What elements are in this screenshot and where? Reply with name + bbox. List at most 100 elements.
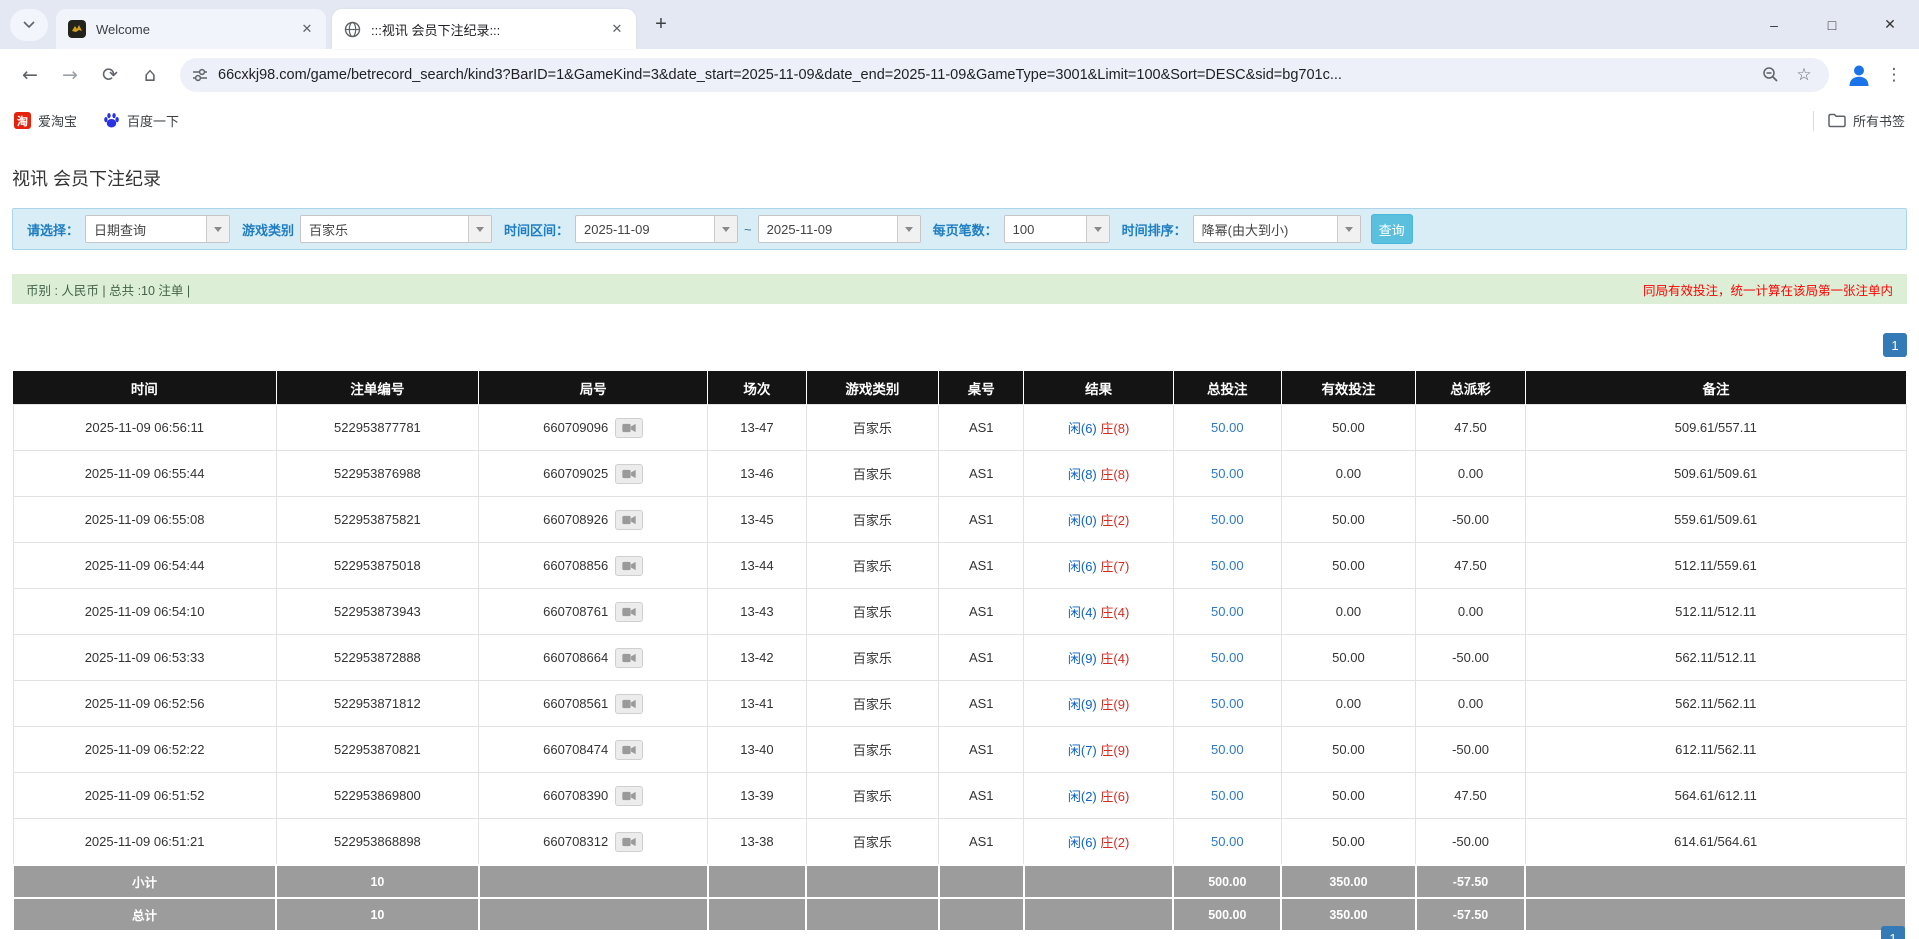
bookmark-star-icon[interactable]: ☆ bbox=[1791, 62, 1817, 88]
url-bar[interactable]: 66cxkj98.com/game/betrecord_search/kind3… bbox=[180, 58, 1829, 92]
tab-strip: Welcome ✕ :::视讯 会员下注纪录::: ✕ + – □ ✕ bbox=[0, 0, 1919, 49]
new-tab-button[interactable]: + bbox=[646, 10, 676, 40]
total-bet-link[interactable]: 50.00 bbox=[1211, 742, 1244, 757]
cell-result: 闲(6) 庄(8) bbox=[1024, 405, 1174, 451]
video-replay-button[interactable] bbox=[615, 510, 643, 530]
subtotal-cell-6 bbox=[1024, 865, 1174, 898]
total-cell-7: 500.00 bbox=[1173, 898, 1281, 931]
dropdown-arrow-icon[interactable] bbox=[206, 216, 229, 242]
total-bet-link[interactable]: 50.00 bbox=[1211, 650, 1244, 665]
cell-table-no: AS1 bbox=[939, 543, 1024, 589]
dropdown-arrow-icon[interactable] bbox=[714, 216, 737, 242]
maximize-button[interactable]: □ bbox=[1803, 0, 1861, 49]
tab-search-button[interactable] bbox=[10, 9, 48, 41]
date-start-select[interactable]: 2025-11-09 bbox=[575, 215, 738, 243]
game-type-select[interactable]: 百家乐 bbox=[300, 215, 492, 243]
total-bet-link[interactable]: 50.00 bbox=[1211, 420, 1244, 435]
game-type-value: 百家乐 bbox=[301, 220, 348, 239]
bookmark-baidu[interactable]: 百度一下 bbox=[103, 111, 179, 130]
page-1-button[interactable]: 1 bbox=[1883, 333, 1907, 357]
video-replay-button[interactable] bbox=[615, 786, 643, 806]
tab-close-icon[interactable]: ✕ bbox=[608, 20, 626, 38]
video-replay-button[interactable] bbox=[615, 694, 643, 714]
cell-time: 2025-11-09 06:56:11 bbox=[13, 405, 276, 451]
search-button[interactable]: 查询 bbox=[1371, 214, 1413, 244]
video-replay-button[interactable] bbox=[615, 464, 643, 484]
video-replay-button[interactable] bbox=[615, 648, 643, 668]
cell-round-no: 660709096 bbox=[479, 405, 708, 451]
round-number: 660708561 bbox=[543, 696, 608, 711]
total-bet-link[interactable]: 50.00 bbox=[1211, 696, 1244, 711]
table-row: 2025-11-09 06:56:11522953877781660709096… bbox=[13, 405, 1906, 451]
total-bet-link[interactable]: 50.00 bbox=[1211, 788, 1244, 803]
subtotal-cell-2 bbox=[479, 865, 708, 898]
total-bet-link[interactable]: 50.00 bbox=[1211, 466, 1244, 481]
result-player: 闲(4) bbox=[1068, 605, 1097, 620]
total-cell-2 bbox=[479, 898, 708, 931]
home-button[interactable]: ⌂ bbox=[132, 57, 168, 93]
page-1-button-bottom[interactable]: 1 bbox=[1881, 926, 1905, 939]
video-replay-button[interactable] bbox=[615, 832, 643, 852]
zoom-out-icon[interactable] bbox=[1757, 62, 1783, 88]
video-replay-button[interactable] bbox=[615, 556, 643, 576]
cell-valid-bet: 50.00 bbox=[1281, 773, 1415, 819]
cell-payout: -50.00 bbox=[1416, 497, 1526, 543]
dropdown-arrow-icon[interactable] bbox=[1337, 216, 1360, 242]
globe-icon bbox=[344, 21, 361, 38]
sort-select[interactable]: 降幂(由大到小) bbox=[1193, 215, 1361, 243]
url-text[interactable]: 66cxkj98.com/game/betrecord_search/kind3… bbox=[218, 67, 1749, 83]
back-button[interactable]: ← bbox=[12, 57, 48, 93]
cell-payout: 0.00 bbox=[1416, 451, 1526, 497]
cell-time: 2025-11-09 06:51:52 bbox=[13, 773, 276, 819]
round-number: 660708856 bbox=[543, 558, 608, 573]
result-banker: 庄(8) bbox=[1100, 421, 1129, 436]
total-bet-link[interactable]: 50.00 bbox=[1211, 558, 1244, 573]
subtotal-cell-9: -57.50 bbox=[1416, 865, 1526, 898]
all-bookmarks-button[interactable]: 所有书签 bbox=[1828, 111, 1905, 130]
date-start-value: 2025-11-09 bbox=[576, 222, 650, 237]
result-player: 闲(9) bbox=[1068, 697, 1097, 712]
tab-welcome[interactable]: Welcome ✕ bbox=[56, 9, 326, 49]
dropdown-arrow-icon[interactable] bbox=[1086, 216, 1109, 242]
profile-avatar[interactable] bbox=[1843, 59, 1875, 91]
cell-result: 闲(6) 庄(7) bbox=[1024, 543, 1174, 589]
result-banker: 庄(9) bbox=[1100, 697, 1129, 712]
bookmark-aitaobao[interactable]: 淘 爱淘宝 bbox=[14, 111, 77, 130]
cell-round-no: 660708761 bbox=[479, 589, 708, 635]
close-button[interactable]: ✕ bbox=[1861, 0, 1919, 49]
total-bet-link[interactable]: 50.00 bbox=[1211, 834, 1244, 849]
column-header-6: 结果 bbox=[1024, 371, 1174, 405]
cell-remark: 562.11/512.11 bbox=[1525, 635, 1906, 681]
dropdown-arrow-icon[interactable] bbox=[897, 216, 920, 242]
dropdown-arrow-icon[interactable] bbox=[468, 216, 491, 242]
column-header-5: 桌号 bbox=[939, 371, 1024, 405]
subtotal-cell-1: 10 bbox=[276, 865, 479, 898]
date-end-select[interactable]: 2025-11-09 bbox=[758, 215, 921, 243]
video-replay-button[interactable] bbox=[615, 418, 643, 438]
tab-bet-record[interactable]: :::视讯 会员下注纪录::: ✕ bbox=[332, 9, 636, 49]
tab-close-icon[interactable]: ✕ bbox=[298, 20, 316, 38]
window-controls: – □ ✕ bbox=[1745, 0, 1919, 49]
refresh-button[interactable]: ⟳ bbox=[92, 57, 128, 93]
cell-round-no: 660708474 bbox=[479, 727, 708, 773]
forward-button[interactable]: → bbox=[52, 57, 88, 93]
browser-menu-icon[interactable]: ⋮ bbox=[1881, 59, 1907, 91]
cell-game-type: 百家乐 bbox=[806, 589, 939, 635]
query-type-select[interactable]: 日期查询 bbox=[85, 215, 230, 243]
total-cell-8: 350.00 bbox=[1281, 898, 1415, 931]
total-row: 总计10500.00350.00-57.50 bbox=[13, 898, 1906, 931]
cell-session: 13-43 bbox=[708, 589, 806, 635]
video-replay-button[interactable] bbox=[615, 602, 643, 622]
cell-session: 13-46 bbox=[708, 451, 806, 497]
total-bet-link[interactable]: 50.00 bbox=[1211, 604, 1244, 619]
total-bet-link[interactable]: 50.00 bbox=[1211, 512, 1244, 527]
cell-total-bet: 50.00 bbox=[1173, 819, 1281, 866]
minimize-button[interactable]: – bbox=[1745, 0, 1803, 49]
video-replay-button[interactable] bbox=[615, 740, 643, 760]
cell-valid-bet: 50.00 bbox=[1281, 543, 1415, 589]
page-size-select[interactable]: 100 bbox=[1004, 215, 1110, 243]
taobao-icon: 淘 bbox=[14, 112, 31, 129]
tab-title: Welcome bbox=[96, 22, 298, 37]
round-number: 660708926 bbox=[543, 512, 608, 527]
chevron-down-icon bbox=[23, 21, 35, 29]
